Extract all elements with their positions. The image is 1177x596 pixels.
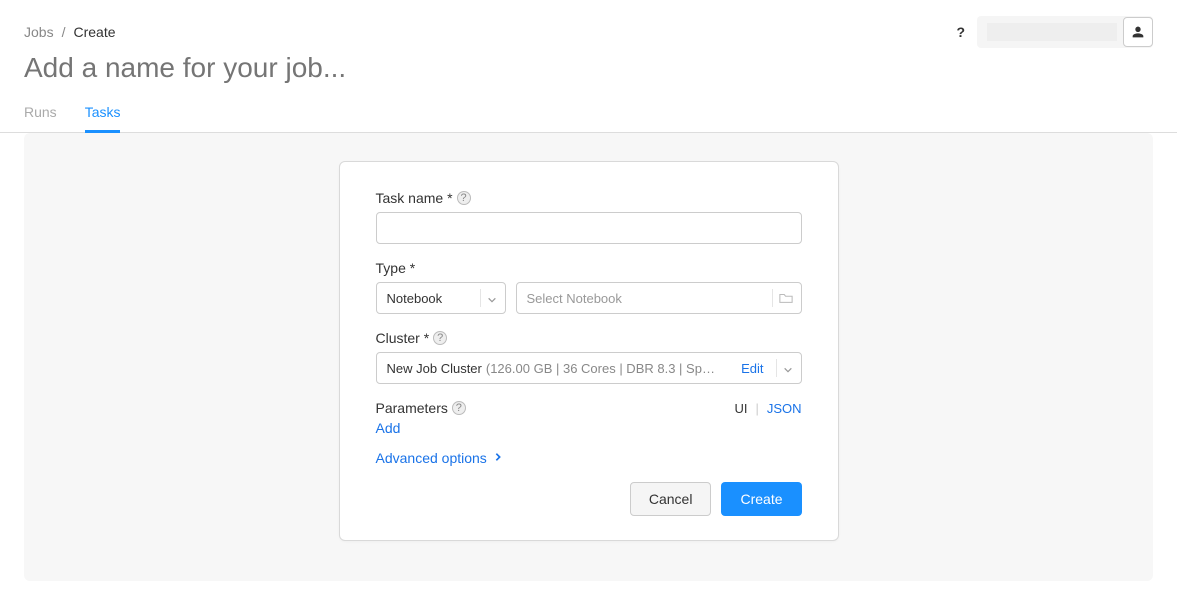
tab-tasks[interactable]: Tasks	[85, 96, 121, 133]
task-card: Task name * ? Type * Notebook Select Not…	[339, 161, 839, 541]
type-label: Type *	[376, 260, 416, 276]
chevron-down-icon	[487, 293, 497, 303]
cancel-button[interactable]: Cancel	[630, 482, 712, 516]
notebook-placeholder: Select Notebook	[527, 291, 766, 306]
cluster-edit-link[interactable]: Edit	[741, 361, 763, 376]
user-icon	[1123, 17, 1153, 47]
cluster-label: Cluster *	[376, 330, 430, 346]
parameters-label: Parameters	[376, 400, 448, 416]
job-name-input[interactable]	[24, 52, 1153, 84]
breadcrumb: Jobs / Create	[24, 24, 116, 40]
task-name-input[interactable]	[376, 212, 802, 244]
chevron-down-icon	[783, 363, 793, 373]
select-divider	[772, 289, 773, 307]
params-toggle-divider: |	[755, 401, 758, 416]
user-name-redacted	[987, 23, 1117, 41]
task-name-label: Task name *	[376, 190, 453, 206]
user-menu[interactable]	[977, 16, 1153, 48]
select-divider	[480, 289, 481, 307]
cluster-help-icon[interactable]: ?	[433, 331, 447, 345]
params-json-toggle[interactable]: JSON	[767, 401, 802, 416]
cluster-select[interactable]: New Job Cluster (126.00 GB | 36 Cores | …	[376, 352, 802, 384]
task-canvas: Task name * ? Type * Notebook Select Not…	[24, 133, 1153, 581]
type-select[interactable]: Notebook	[376, 282, 506, 314]
add-parameter-link[interactable]: Add	[376, 420, 401, 436]
folder-icon	[779, 291, 793, 305]
cluster-detail: (126.00 GB | 36 Cores | DBR 8.3 | Sp…	[486, 361, 741, 376]
create-button[interactable]: Create	[721, 482, 801, 516]
breadcrumb-jobs-link[interactable]: Jobs	[24, 24, 54, 40]
select-divider	[776, 359, 777, 377]
help-icon[interactable]: ?	[956, 24, 965, 40]
breadcrumb-separator: /	[62, 24, 66, 40]
task-name-help-icon[interactable]: ?	[457, 191, 471, 205]
advanced-options-toggle[interactable]: Advanced options	[376, 450, 487, 466]
cluster-name: New Job Cluster	[387, 361, 482, 376]
notebook-select[interactable]: Select Notebook	[516, 282, 802, 314]
params-ui-toggle[interactable]: UI	[734, 401, 747, 416]
tab-runs[interactable]: Runs	[24, 96, 57, 133]
parameters-help-icon[interactable]: ?	[452, 401, 466, 415]
chevron-right-icon	[493, 450, 503, 466]
type-select-value: Notebook	[387, 291, 474, 306]
breadcrumb-current: Create	[73, 24, 115, 40]
